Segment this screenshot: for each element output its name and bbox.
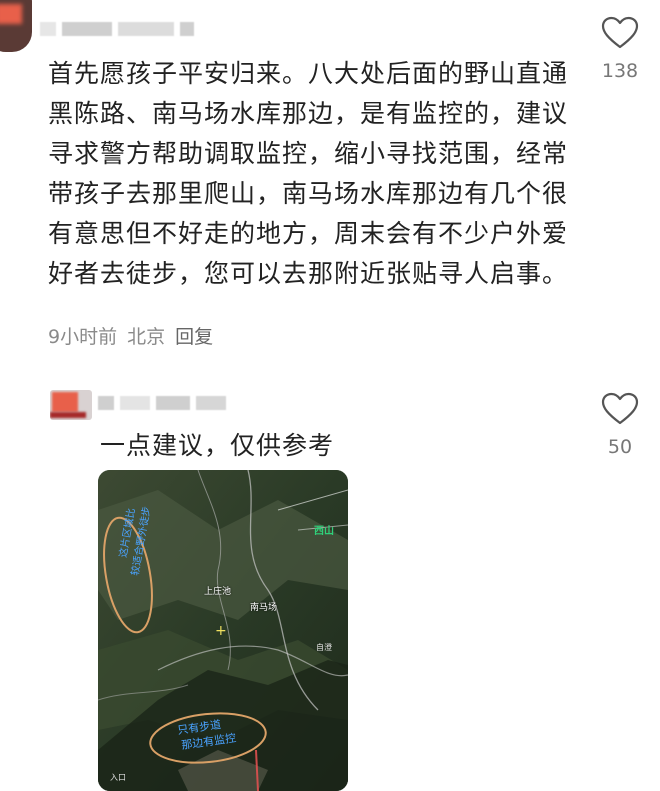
map-label-place1: 上庄池: [204, 587, 232, 597]
like-count: 50: [607, 436, 633, 458]
username-blurred[interactable]: [98, 396, 226, 410]
username-blurred[interactable]: [40, 22, 194, 36]
comment-text: 首先愿孩子平安归来。八大处后面的野山直通黑陈路、南马场水库那边，是有监控的，建议…: [48, 59, 569, 288]
heart-outline-icon[interactable]: [601, 392, 639, 426]
like-button[interactable]: 138: [600, 16, 640, 82]
comment-item: 首先愿孩子平安归来。八大处后面的野山直通黑陈路、南马场水库那边，是有监控的，建议…: [0, 0, 660, 370]
avatar[interactable]: [0, 0, 32, 52]
reply-button[interactable]: 回复: [175, 322, 213, 349]
comment-time: 9小时前: [48, 326, 118, 348]
heart-outline-icon[interactable]: [601, 16, 639, 50]
comment-text: 一点建议，仅供参考: [100, 431, 335, 460]
map-poi-2: 入口: [110, 773, 126, 782]
crosshair: +: [215, 623, 227, 639]
like-count: 138: [601, 60, 639, 82]
map-poi-1: 自澄: [316, 643, 332, 652]
comment-location: 北京: [127, 326, 166, 348]
map-image[interactable]: 这片区域比 较适合野外徒步 只有步道 那边有监控 + 上庄池 南马场 西山 自澄…: [98, 470, 348, 791]
map-pin-label: 西山: [314, 526, 334, 537]
map-label-place2: 南马场: [250, 603, 278, 613]
comment-item: 一点建议，仅供参考 50 这片区域比 较适合野外徒步 只有步道 那边有监控 + …: [0, 388, 660, 791]
comment-meta: 9小时前 北京 回复: [48, 322, 213, 349]
satellite-map: 这片区域比 较适合野外徒步 只有步道 那边有监控 +: [98, 470, 348, 791]
like-button[interactable]: 50: [600, 392, 640, 458]
avatar[interactable]: [50, 390, 92, 420]
